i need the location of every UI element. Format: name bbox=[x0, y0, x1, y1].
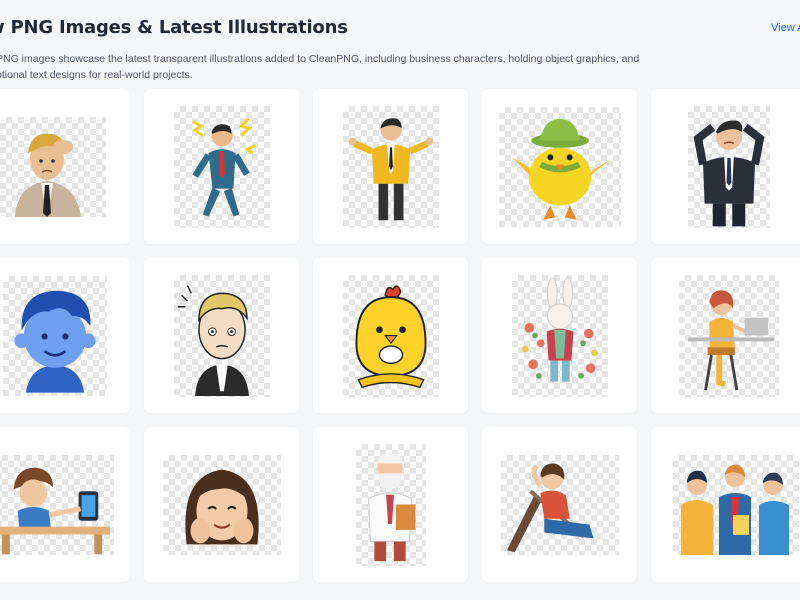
illustration-card[interactable] bbox=[144, 258, 299, 413]
illustration-card[interactable] bbox=[482, 258, 637, 413]
page-title: w PNG Images & Latest Illustrations bbox=[0, 17, 348, 38]
illustration-card[interactable] bbox=[651, 89, 800, 244]
smiling-girl-hands-on-cheeks-image bbox=[162, 454, 281, 555]
dazed-businessman-walking-image bbox=[173, 105, 270, 228]
illustration-card[interactable] bbox=[651, 258, 800, 413]
illustration-card[interactable] bbox=[651, 427, 800, 582]
illustration-card[interactable] bbox=[482, 89, 637, 244]
section-description: PNG images showcase the latest transpare… bbox=[0, 53, 640, 81]
chick-holding-object-image bbox=[342, 274, 439, 397]
illustration-card[interactable] bbox=[482, 427, 637, 582]
shrugging-man-yellow-jacket-image bbox=[342, 105, 439, 228]
illustration-card[interactable] bbox=[313, 89, 468, 244]
bunny-with-flowers-image bbox=[511, 274, 608, 397]
illustration-card[interactable] bbox=[144, 427, 299, 582]
anxious-man-in-suit-image bbox=[173, 274, 270, 397]
illustration-card[interactable] bbox=[313, 258, 468, 413]
illustration-card[interactable] bbox=[0, 89, 130, 244]
illustration-card[interactable] bbox=[0, 258, 130, 413]
business-team-meeting-image bbox=[673, 454, 799, 555]
dancing-chick-with-hat-image bbox=[498, 106, 621, 227]
illustration-card[interactable] bbox=[0, 427, 130, 582]
illustration-card[interactable] bbox=[313, 427, 468, 582]
blue-haired-character-image bbox=[3, 275, 107, 396]
relaxing-woman-in-chair-image bbox=[500, 454, 619, 555]
woman-at-laptop-desk-image bbox=[678, 274, 779, 397]
illustration-card[interactable] bbox=[144, 89, 299, 244]
view-all-link[interactable]: View A bbox=[771, 22, 800, 34]
worried-businessman-image bbox=[687, 105, 770, 228]
boy-with-tablet-at-desk-image bbox=[0, 454, 114, 555]
stressed-businessman-image bbox=[0, 116, 106, 217]
old-doctor-with-clipboard-image bbox=[355, 443, 426, 566]
